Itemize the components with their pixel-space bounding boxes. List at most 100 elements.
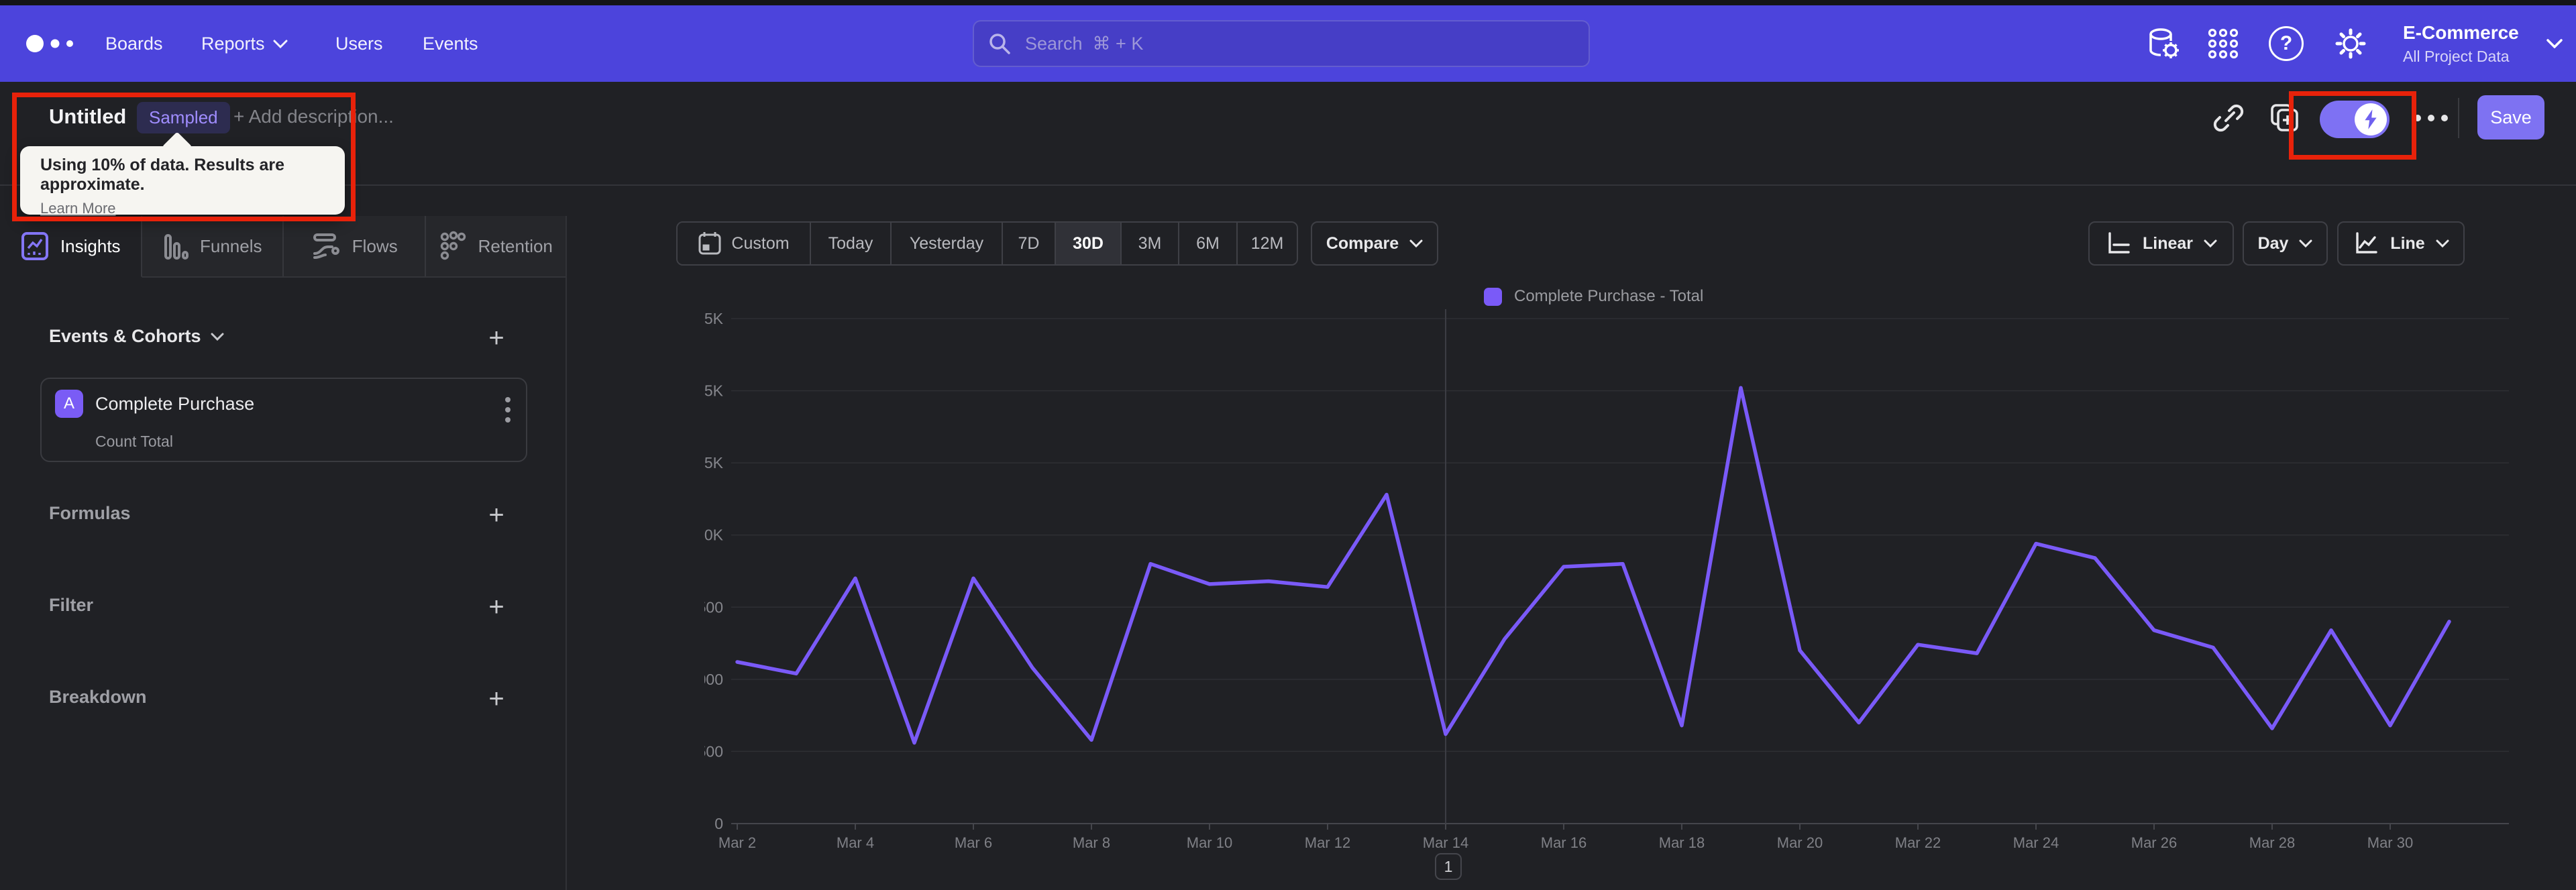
range-yesterday[interactable]: Yesterday (892, 223, 1003, 264)
mixpanel-logo-icon[interactable] (24, 5, 80, 82)
svg-text:Mar 8: Mar 8 (1073, 834, 1110, 851)
tooltip-learn-more-link[interactable]: Learn More (40, 200, 116, 217)
svg-text:Mar 6: Mar 6 (955, 834, 992, 851)
compare-button[interactable]: Compare (1311, 221, 1438, 266)
range-30d[interactable]: 30D (1056, 223, 1122, 264)
legend-swatch (1484, 287, 1502, 306)
sidebar-divider (566, 216, 567, 890)
save-button[interactable]: Save (2477, 95, 2544, 140)
range-today[interactable]: Today (811, 223, 892, 264)
svg-text:2,500: 2,500 (704, 742, 723, 760)
svg-text:Mar 12: Mar 12 (1305, 834, 1350, 851)
range-7d[interactable]: 7D (1003, 223, 1056, 264)
settings-gear-icon[interactable] (2332, 5, 2369, 82)
tab-label: Flows (352, 235, 398, 256)
nav-item-reports[interactable]: Reports (201, 5, 288, 82)
project-chevron-icon[interactable] (2546, 5, 2563, 82)
nav-item-boards[interactable]: Boards (105, 5, 163, 82)
chevron-down-icon (2436, 239, 2449, 247)
tab-label: Retention (478, 235, 553, 256)
svg-text:Mar 20: Mar 20 (1777, 834, 1823, 851)
range-label: 12M (1250, 233, 1284, 253)
sampling-toggle[interactable] (2320, 101, 2390, 138)
calendar-icon (698, 232, 721, 255)
event-name: Complete Purchase (95, 394, 255, 414)
svg-text:Mar 30: Mar 30 (2367, 834, 2413, 851)
svg-text:Mar 10: Mar 10 (1187, 834, 1232, 851)
line-chart-icon (2356, 232, 2377, 254)
report-title[interactable]: Untitled (49, 105, 126, 129)
svg-text:0: 0 (714, 815, 723, 832)
date-range-control: Custom Today Yesterday 7D 30D 3M 6M 12M (676, 221, 1298, 266)
help-icon[interactable]: ? (2269, 5, 2304, 82)
range-custom[interactable]: Custom (678, 223, 811, 264)
tab-label: Funnels (200, 235, 262, 256)
filter-label: Filter (49, 595, 94, 615)
legend-item[interactable]: Complete Purchase - Total (1484, 287, 1703, 306)
range-6m[interactable]: 6M (1179, 223, 1238, 264)
chart-type-dropdown[interactable]: Line (2337, 221, 2465, 266)
share-link-icon[interactable] (2208, 98, 2249, 138)
global-search[interactable] (973, 20, 1590, 67)
svg-text:Mar 16: Mar 16 (1541, 834, 1587, 851)
add-formula-button[interactable]: + (479, 498, 514, 533)
breakdown-label: Breakdown (49, 687, 147, 707)
range-label: Custom (731, 233, 790, 253)
event-kebab-icon[interactable] (504, 396, 511, 423)
line-chart[interactable]: 0 2,500 5,000 7,500 10K 12.5K 15K 17.5K Mar 2 Mar… (704, 305, 2516, 885)
add-filter-button[interactable]: + (479, 590, 514, 624)
svg-text:Mar 4: Mar 4 (837, 834, 874, 851)
linear-axis-icon (2108, 232, 2130, 254)
retention-icon (440, 231, 466, 260)
range-label: 3M (1138, 233, 1162, 253)
range-3m[interactable]: 3M (1122, 223, 1179, 264)
legend-label: Complete Purchase - Total (1514, 287, 1704, 305)
sampled-badge[interactable]: Sampled (137, 102, 230, 133)
nav-item-label: Users (335, 33, 383, 54)
svg-text:Mar 2: Mar 2 (718, 834, 756, 851)
tab-retention[interactable]: Retention (426, 216, 567, 276)
svg-text:Mar 18: Mar 18 (1659, 834, 1705, 851)
more-menu-icon[interactable] (2411, 98, 2451, 138)
project-selector[interactable]: E-Commerce All Project Data (2403, 5, 2519, 82)
search-input[interactable] (973, 20, 1590, 67)
svg-text:Mar 26: Mar 26 (2131, 834, 2177, 851)
tooltip-text: Using 10% of data. Results are approxima… (40, 156, 285, 194)
nav-item-label: Reports (201, 33, 265, 54)
pagination-page-1[interactable]: 1 (1435, 853, 1462, 880)
svg-text:5,000: 5,000 (704, 671, 723, 688)
svg-text:7,500: 7,500 (704, 598, 723, 616)
granularity-dropdown[interactable]: Day (2243, 221, 2328, 266)
tab-funnels[interactable]: Funnels (142, 216, 284, 276)
range-label: 6M (1196, 233, 1220, 253)
add-to-board-icon[interactable] (2265, 98, 2305, 138)
tab-insights[interactable]: Insights (0, 216, 142, 278)
range-12m[interactable]: 12M (1238, 223, 1297, 264)
range-label: Yesterday (909, 233, 984, 253)
apps-grid-icon[interactable] (2206, 5, 2241, 82)
nav-item-label: Boards (105, 33, 163, 54)
add-description[interactable]: + Add description... (233, 106, 394, 127)
chevron-down-icon (1409, 239, 1423, 247)
events-cohorts-label: Events & Cohorts (49, 326, 201, 346)
data-management-icon[interactable] (2144, 5, 2182, 82)
events-cohorts-header[interactable]: Events & Cohorts (49, 326, 224, 347)
nav-item-users[interactable]: Users (335, 5, 383, 82)
project-scope: All Project Data (2403, 47, 2510, 65)
tab-flows[interactable]: Flows (284, 216, 426, 276)
svg-text:10K: 10K (704, 526, 724, 544)
nav-item-events[interactable]: Events (423, 5, 478, 82)
lightning-bolt-icon (2365, 109, 2377, 129)
add-breakdown-button[interactable]: + (479, 681, 514, 716)
svg-text:17.5K: 17.5K (704, 310, 724, 327)
add-event-button[interactable]: + (479, 321, 514, 355)
scale-dropdown[interactable]: Linear (2088, 221, 2234, 266)
chart-type-label: Line (2390, 233, 2425, 253)
svg-text:15K: 15K (704, 382, 724, 400)
sampling-toggle-knob (2355, 103, 2387, 135)
event-card[interactable]: A Complete Purchase Count Total (40, 378, 527, 462)
chevron-down-icon (211, 333, 224, 341)
help-glyph: ? (2279, 32, 2293, 54)
event-metric[interactable]: Count Total (95, 433, 173, 451)
window-top-strip (0, 0, 2576, 5)
